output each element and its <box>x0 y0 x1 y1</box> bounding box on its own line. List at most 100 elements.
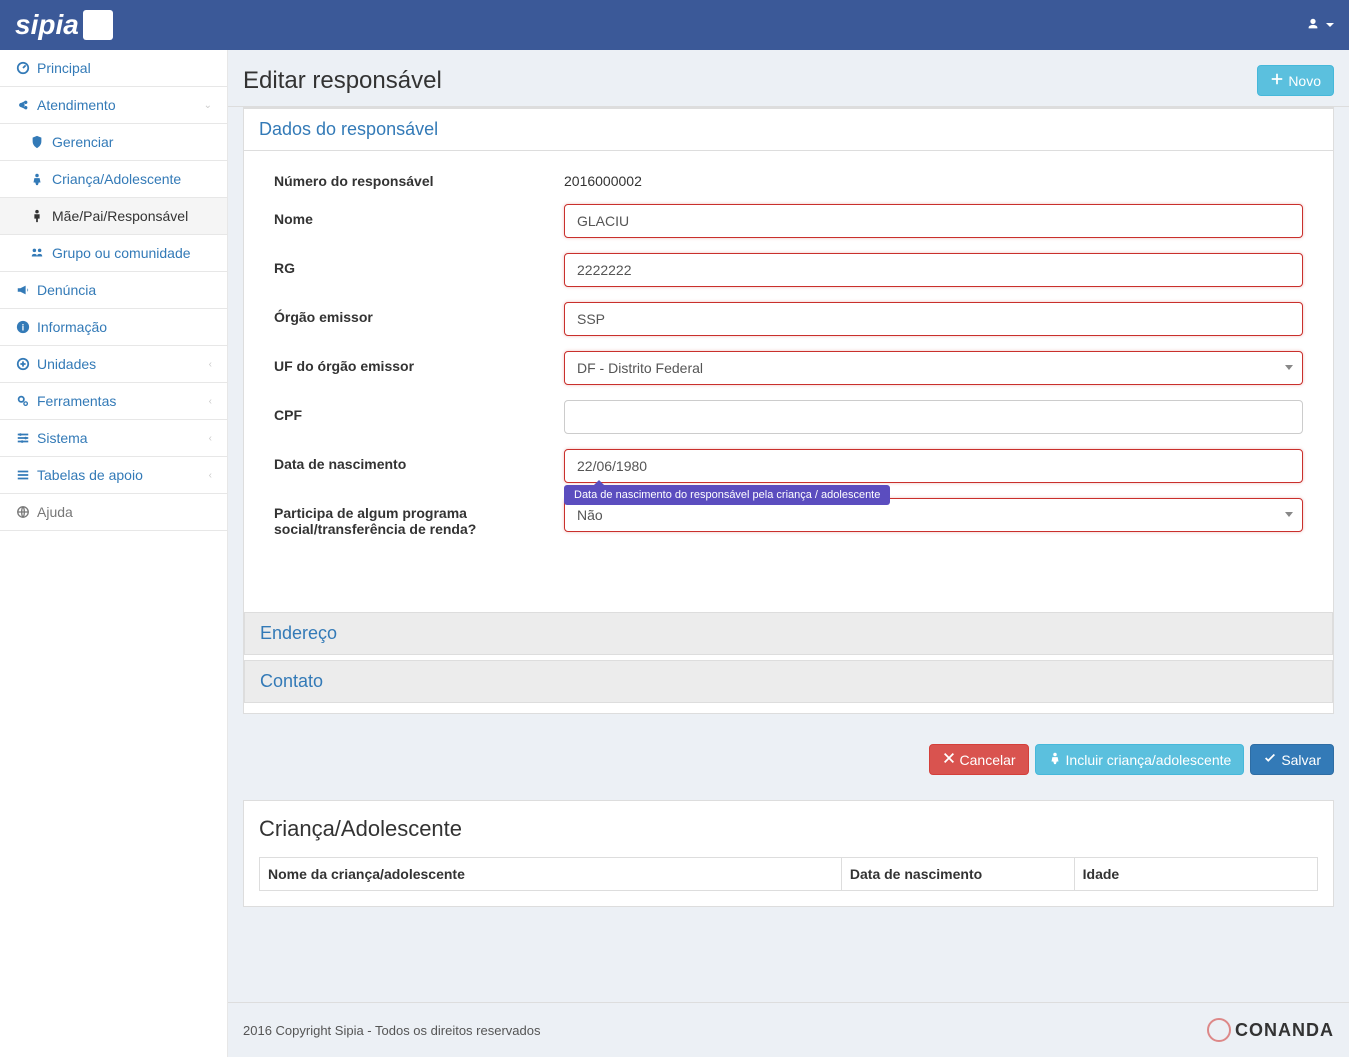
sidebar-label: Mãe/Pai/Responsável <box>52 208 188 224</box>
brand-icon <box>83 10 113 40</box>
button-label: Incluir criança/adolescente <box>1066 752 1232 768</box>
input-orgao[interactable] <box>564 302 1303 336</box>
select-uf[interactable]: DF - Distrito Federal <box>564 351 1303 385</box>
child-icon <box>30 172 46 186</box>
sidebar-label: Informação <box>37 319 107 335</box>
user-menu[interactable] <box>1306 17 1334 34</box>
label-cpf: CPF <box>274 400 564 423</box>
chevron-left-icon: ‹ <box>209 433 212 444</box>
brand-logo[interactable]: sipia <box>15 9 113 41</box>
sidebar-label: Gerenciar <box>52 134 113 150</box>
label-uf: UF do órgão emissor <box>274 351 564 374</box>
parent-icon <box>30 209 46 223</box>
row-cpf: CPF <box>259 400 1318 434</box>
children-table: Nome da criança/adolescente Data de nasc… <box>259 857 1318 891</box>
sidebar-item-unidades[interactable]: Unidades ‹ <box>0 346 227 383</box>
sidebar-subitem-responsavel[interactable]: Mãe/Pai/Responsável <box>0 198 227 235</box>
section-dados[interactable]: Dados do responsável <box>244 108 1333 151</box>
child-icon <box>1048 751 1062 768</box>
globe-icon <box>15 505 31 519</box>
share-icon <box>15 98 31 112</box>
sidebar-item-sistema[interactable]: Sistema ‹ <box>0 420 227 457</box>
include-child-button[interactable]: Incluir criança/adolescente <box>1035 744 1245 775</box>
new-button[interactable]: Novo <box>1257 65 1334 96</box>
button-label: Salvar <box>1281 752 1321 768</box>
footer: 2016 Copyright Sipia - Todos os direitos… <box>228 1002 1349 1057</box>
user-icon <box>1306 17 1320 34</box>
dashboard-icon <box>15 61 31 75</box>
info-icon: i <box>15 320 31 334</box>
sidebar-item-informacao[interactable]: i Informação <box>0 309 227 346</box>
sidebar-subitem-gerenciar[interactable]: Gerenciar <box>0 124 227 161</box>
sidebar-subitem-grupo[interactable]: Grupo ou comunidade <box>0 235 227 272</box>
input-nome[interactable] <box>564 204 1303 238</box>
sidebar-label: Principal <box>37 60 91 76</box>
save-button[interactable]: Salvar <box>1250 744 1334 775</box>
bullhorn-icon <box>15 283 31 297</box>
top-navbar: sipia <box>0 0 1349 50</box>
chevron-left-icon: ‹ <box>209 470 212 481</box>
label-orgao: Órgão emissor <box>274 302 564 325</box>
table-header-row: Nome da criança/adolescente Data de nasc… <box>260 858 1318 891</box>
sidebar-label: Sistema <box>37 430 88 446</box>
row-orgao: Órgão emissor <box>259 302 1318 336</box>
sidebar-subitem-crianca[interactable]: Criança/Adolescente <box>0 161 227 198</box>
sidebar-item-atendimento[interactable]: Atendimento ⌄ <box>0 87 227 124</box>
chevron-left-icon: ‹ <box>209 359 212 370</box>
chevron-down-icon: ⌄ <box>204 100 212 111</box>
page-title: Editar responsável <box>243 67 442 95</box>
col-nome: Nome da criança/adolescente <box>260 858 842 891</box>
cancel-button[interactable]: Cancelar <box>929 744 1029 775</box>
form-panel: Dados do responsável Número do responsáv… <box>243 107 1334 714</box>
footer-logo-icon <box>1207 1018 1231 1042</box>
children-title: Criança/Adolescente <box>259 816 1318 842</box>
sidebar-label: Denúncia <box>37 282 96 298</box>
sidebar-item-denuncia[interactable]: Denúncia <box>0 272 227 309</box>
shield-icon <box>30 135 46 149</box>
input-rg[interactable] <box>564 253 1303 287</box>
sidebar-label: Ajuda <box>37 504 73 520</box>
label-numero: Número do responsável <box>274 166 564 189</box>
plus-icon <box>1270 72 1284 89</box>
gears-icon <box>15 394 31 408</box>
sidebar-item-ajuda[interactable]: Ajuda <box>0 494 227 531</box>
close-icon <box>942 751 956 768</box>
section-endereco[interactable]: Endereço <box>244 612 1333 655</box>
row-rg: RG <box>259 253 1318 287</box>
label-rg: RG <box>274 253 564 276</box>
brand-text: sipia <box>15 9 79 41</box>
sidebar: Principal Atendimento ⌄ Gerenciar Crianç… <box>0 50 228 1057</box>
row-nome: Nome <box>259 204 1318 238</box>
footer-logo-text: CONANDA <box>1235 1020 1334 1041</box>
input-cpf[interactable] <box>564 400 1303 434</box>
sidebar-label: Grupo ou comunidade <box>52 245 191 261</box>
page-header: Editar responsável Novo <box>228 50 1349 107</box>
section-contato[interactable]: Contato <box>244 660 1333 703</box>
caret-down-icon <box>1326 23 1334 27</box>
check-icon <box>1263 751 1277 768</box>
col-idade: Idade <box>1074 858 1317 891</box>
list-icon <box>15 468 31 482</box>
row-nascimento: Data de nascimento Data de nascimento do… <box>259 449 1318 483</box>
input-nascimento[interactable] <box>564 449 1303 483</box>
sidebar-item-ferramentas[interactable]: Ferramentas ‹ <box>0 383 227 420</box>
sidebar-label: Tabelas de apoio <box>37 467 143 483</box>
label-nascimento: Data de nascimento <box>274 449 564 472</box>
svg-text:i: i <box>22 323 24 333</box>
sidebar-item-principal[interactable]: Principal <box>0 50 227 87</box>
row-numero: Número do responsável 2016000002 <box>259 166 1318 189</box>
sidebar-item-tabelas[interactable]: Tabelas de apoio ‹ <box>0 457 227 494</box>
sliders-icon <box>15 431 31 445</box>
plus-circle-icon <box>15 357 31 371</box>
form-actions: Cancelar Incluir criança/adolescente Sal… <box>243 734 1334 785</box>
value-numero: 2016000002 <box>564 166 1303 189</box>
sidebar-label: Unidades <box>37 356 96 372</box>
group-icon <box>30 246 46 260</box>
button-label: Novo <box>1288 73 1321 89</box>
tooltip-nascimento: Data de nascimento do responsável pela c… <box>564 485 890 505</box>
children-panel: Criança/Adolescente Nome da criança/adol… <box>243 800 1334 907</box>
footer-logo: CONANDA <box>1207 1018 1334 1042</box>
main-content: Editar responsável Novo Dados do respons… <box>228 50 1349 1057</box>
col-nascimento: Data de nascimento <box>841 858 1074 891</box>
chevron-left-icon: ‹ <box>209 396 212 407</box>
